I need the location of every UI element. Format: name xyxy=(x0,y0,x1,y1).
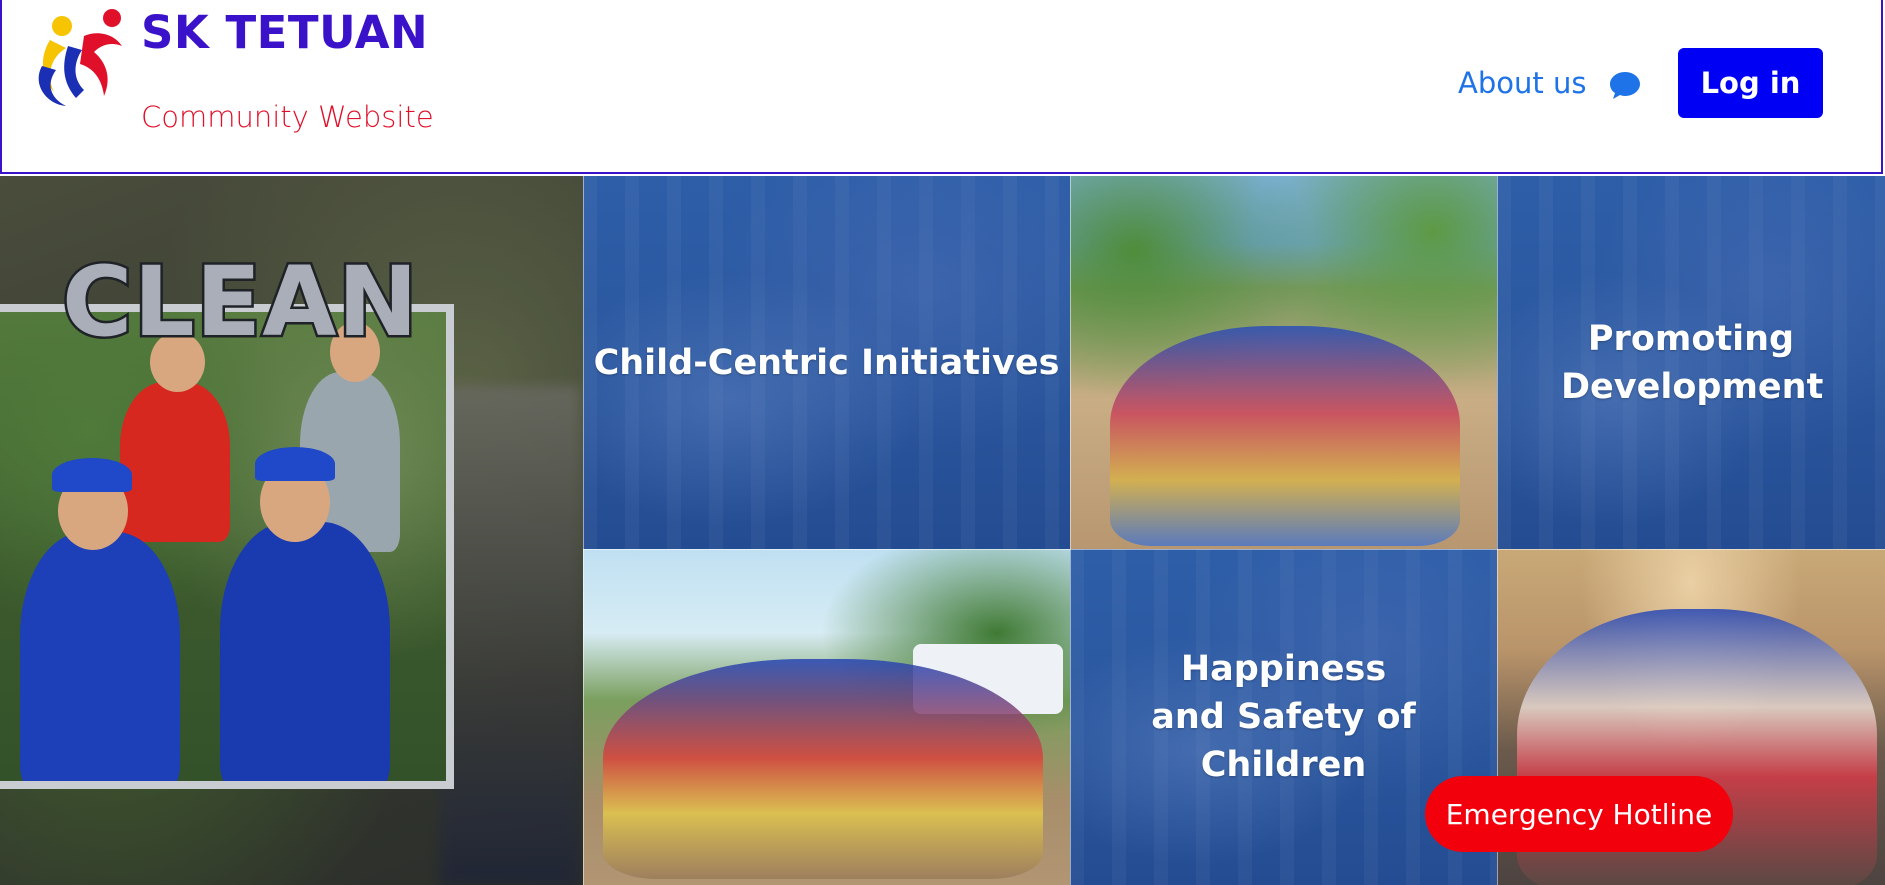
volunteer-figure xyxy=(20,532,180,781)
nav-link-about-us[interactable]: About us xyxy=(1458,66,1586,100)
volunteer-figure xyxy=(220,522,390,781)
photo-tile-children-outdoors xyxy=(1070,176,1497,549)
blurred-background xyxy=(440,386,580,885)
emergency-hotline-button[interactable]: Emergency Hotline xyxy=(1425,776,1733,852)
children-group xyxy=(603,659,1043,879)
sk-logo-icon[interactable] xyxy=(32,6,128,110)
tile-label: Happiness and Safety of Children xyxy=(1151,649,1416,785)
clean-drive-photo xyxy=(0,304,454,789)
site-title: SK TETUAN xyxy=(141,6,429,59)
tile-child-centric-initiatives[interactable]: Child-Centric Initiatives xyxy=(583,176,1070,549)
tile-divider xyxy=(583,176,584,885)
tile-divider xyxy=(583,549,1885,550)
site-subtitle: Community Website xyxy=(141,100,434,134)
tile-label: Child-Centric Initiatives xyxy=(593,342,1060,383)
photo-tile-children-group xyxy=(583,549,1070,885)
chat-bubble-icon[interactable] xyxy=(1608,69,1642,101)
clean-heading: CLEAN xyxy=(60,244,421,361)
clean-drive-tile: CLEAN xyxy=(0,176,583,885)
tile-promoting-development[interactable]: Promoting Development xyxy=(1497,176,1885,549)
site-header: SK TETUAN Community Website About us Log… xyxy=(0,0,1883,174)
tile-label: Promoting Development xyxy=(1561,318,1824,407)
volunteer-cap xyxy=(52,458,132,492)
volunteer-cap xyxy=(255,447,335,481)
login-button[interactable]: Log in xyxy=(1678,48,1823,118)
volunteer-figure xyxy=(120,382,230,542)
tile-divider xyxy=(1070,176,1071,885)
children-group xyxy=(1110,326,1460,546)
